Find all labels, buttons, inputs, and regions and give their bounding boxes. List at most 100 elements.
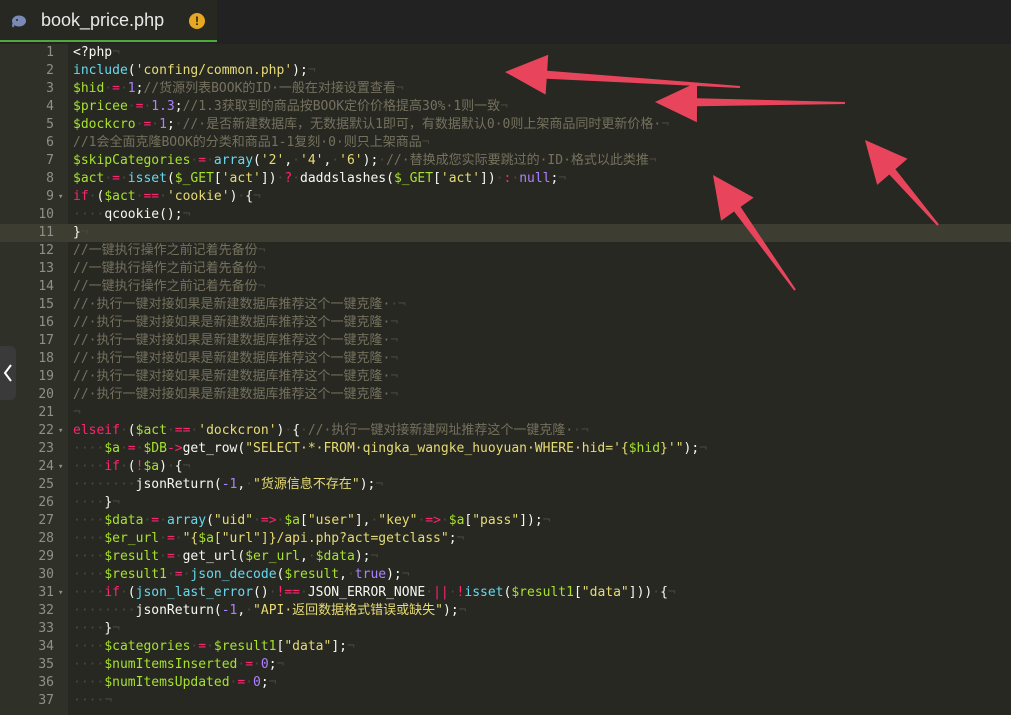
line-number: 30	[38, 567, 54, 582]
code-token: ·	[307, 549, 316, 564]
code-line[interactable]: 28 ····$er_url·=·"{$a["url"]}/api.php?act…	[0, 530, 1011, 548]
code-token: //1.3获取到的商品按BOOK定价价格提高30%·1则一致	[182, 99, 501, 114]
code-text: $hid·=·1;//货源列表BOOK的ID·一般在对接设置查看¬	[73, 80, 404, 98]
code-line[interactable]: 14 //一键执行操作之前记着先备份¬	[0, 278, 1011, 296]
code-token: ¬	[458, 603, 467, 618]
code-line[interactable]: 9 ▾ if·($act·==·'cookie')·{¬	[0, 188, 1011, 206]
code-token: //·执行一键对接如果是新建数据库推荐这个一键克隆·	[73, 351, 391, 366]
code-token: //一键执行操作之前记着先备份	[73, 261, 258, 276]
code-line[interactable]: 21 ¬	[0, 404, 1011, 422]
code-editor[interactable]: 1 <?php¬ 2 include('confing/common.php');¬ 3…	[0, 44, 1011, 715]
code-token: //·替换成您实际要跳过的·ID·格式以此类推	[386, 153, 649, 168]
code-line[interactable]: 12 //一键执行操作之前记着先备份¬	[0, 242, 1011, 260]
code-line[interactable]: 36 ····$numItemsUpdated·=·0;¬	[0, 674, 1011, 692]
code-line[interactable]: 29 ····$result·=·get_url($er_url,·$data);…	[0, 548, 1011, 566]
code-line[interactable]: 11}¬	[0, 224, 1011, 242]
warning-icon[interactable]: !	[189, 13, 205, 29]
code-line[interactable]: 10 ····qcookie();¬	[0, 206, 1011, 224]
fold-toggle-icon[interactable]: ▾	[58, 584, 63, 602]
code-text: $pricee·=·1.3;//1.3获取到的商品按BOOK定价价格提高30%·…	[73, 98, 508, 116]
code-text: <?php¬	[73, 44, 120, 62]
code-token: =	[174, 567, 183, 582]
code-token: ¬	[558, 171, 567, 186]
code-line[interactable]: 8 $act·=·isset($_GET['act'])·?·daddslashe…	[0, 170, 1011, 188]
code-line[interactable]: 31 ▾ ····if·(json_last_error()·!==·JSON_ER…	[0, 584, 1011, 602]
code-line[interactable]: 6 //1会全面克隆BOOK的分类和商品1-1复刻·0·则只上架商品¬	[0, 134, 1011, 152]
code-text: ····}¬	[73, 620, 120, 638]
code-token: $a	[104, 441, 120, 456]
code-line[interactable]: 4 $pricee·=·1.3;//1.3获取到的商品按BOOK定价价格提高30%…	[0, 98, 1011, 116]
code-token: )	[159, 459, 167, 474]
code-line[interactable]: 37 ····¬	[0, 692, 1011, 710]
code-token: $dockcro	[73, 117, 136, 132]
code-token: ·	[346, 567, 355, 582]
code-line[interactable]: 20//·执行一键对接如果是新建数据库推荐这个一键克隆·¬	[0, 386, 1011, 404]
code-line[interactable]: 1 <?php¬	[0, 44, 1011, 62]
code-token: elseif	[73, 423, 120, 438]
code-line[interactable]: 27 ····$data·=·array("uid"·=>·$a["user"],…	[0, 512, 1011, 530]
code-token: $act	[104, 189, 136, 204]
code-token: );	[683, 441, 700, 456]
code-text: $act·=·isset($_GET['act'])·?·daddslashes…	[73, 170, 566, 188]
line-number: 16	[38, 315, 54, 330]
code-line[interactable]: 34 ····$categories·=·$result1["data"];¬	[0, 638, 1011, 656]
code-token: ·	[245, 603, 254, 618]
code-token: "user"	[307, 513, 355, 528]
tab-bar: book_price.php !	[0, 0, 1011, 45]
line-number: 3	[46, 81, 54, 96]
code-line[interactable]: 33 ····}¬	[0, 620, 1011, 638]
code-token: if	[104, 585, 120, 600]
tab-book-price[interactable]: book_price.php !	[0, 0, 217, 42]
fold-toggle-icon[interactable]: ▾	[58, 188, 63, 206]
code-token: }	[104, 621, 113, 636]
code-line[interactable]: 24 ▾ ····if·(!$a)·{¬	[0, 458, 1011, 476]
code-token: );	[354, 549, 371, 564]
code-line[interactable]: 7 $skipCategories·=·array('2',·'4',·'6');…	[0, 152, 1011, 170]
code-line[interactable]: 35 ····$numItemsInserted·=·0;¬	[0, 656, 1011, 674]
code-token: ·	[119, 171, 128, 186]
code-line[interactable]: 13 //一键执行操作之前记着先备份¬	[0, 260, 1011, 278]
code-line[interactable]: 17//·执行一键对接如果是新建数据库推荐这个一键克隆·¬	[0, 332, 1011, 350]
code-token: =>	[425, 513, 441, 528]
line-number: 1	[46, 45, 54, 60]
line-number: 7	[46, 153, 54, 168]
line-number: 31	[38, 585, 54, 600]
code-token: 'confing/common.php'	[135, 63, 293, 78]
fold-toggle-icon[interactable]: ▾	[58, 422, 63, 440]
code-line[interactable]: 3 $hid·=·1;//货源列表BOOK的ID·一般在对接设置查看¬	[0, 80, 1011, 98]
code-text: $dockcro·=·1;·//·是否新建数据库，无数据默认1即可，有数据默认0…	[73, 116, 669, 134]
code-token: if	[73, 189, 89, 204]
code-token: ·	[119, 459, 128, 474]
code-token: null	[519, 171, 551, 186]
code-line[interactable]: 15 //·执行一键对接如果是新建数据库推荐这个一键克隆··¬	[0, 296, 1011, 314]
code-token: //·执行一键对接如果是新建数据库推荐这个一键克隆·	[73, 315, 391, 330]
code-text: ····¬	[73, 692, 112, 710]
side-panel-toggle[interactable]	[0, 346, 16, 400]
code-line[interactable]: 18//·执行一键对接如果是新建数据库推荐这个一键克隆·¬	[0, 350, 1011, 368]
code-token: ·	[119, 423, 128, 438]
code-token: ·	[119, 81, 128, 96]
code-line[interactable]: 26 ····}¬	[0, 494, 1011, 512]
code-line[interactable]: 30 ····$result1·=·json_decode($result,·tr…	[0, 566, 1011, 584]
code-token: '6'	[339, 153, 363, 168]
code-line[interactable]: 16 //·执行一键对接如果是新建数据库推荐这个一键克隆·¬	[0, 314, 1011, 332]
code-token: ·	[159, 189, 167, 204]
code-line[interactable]: 2 include('confing/common.php');¬	[0, 62, 1011, 80]
code-line[interactable]: 32 ········jsonReturn(-1,·"API·返回数据格式错误或缺…	[0, 602, 1011, 620]
code-line[interactable]: 19//·执行一键对接如果是新建数据库推荐这个一键克隆·¬	[0, 368, 1011, 386]
code-token: "{	[182, 531, 199, 546]
code-text: ····$numItemsUpdated·=·0;¬	[73, 674, 277, 692]
fold-toggle-icon[interactable]: ▾	[58, 458, 63, 476]
code-token: ¬	[182, 459, 191, 474]
code-token: (	[253, 153, 261, 168]
code-token: json_last_error	[135, 585, 254, 600]
code-token: $act	[135, 423, 167, 438]
code-line[interactable]: 5 $dockcro·=·1;·//·是否新建数据库，无数据默认1即可，有数据默认…	[0, 116, 1011, 134]
line-number: 2	[46, 63, 54, 78]
code-token: ,	[284, 153, 293, 168]
code-token: ¬	[667, 585, 676, 600]
code-text: if·($act·==·'cookie')·{¬	[73, 188, 261, 206]
code-line[interactable]: 25 ········jsonReturn(-1,·"货源信息不存在");¬	[0, 476, 1011, 494]
code-line[interactable]: 22 ▾ elseif·($act·==·'dockcron')·{·//·执行一键…	[0, 422, 1011, 440]
code-line[interactable]: 23 ····$a·=·$DB->get_row("SELECT·*·FROM·q…	[0, 440, 1011, 458]
